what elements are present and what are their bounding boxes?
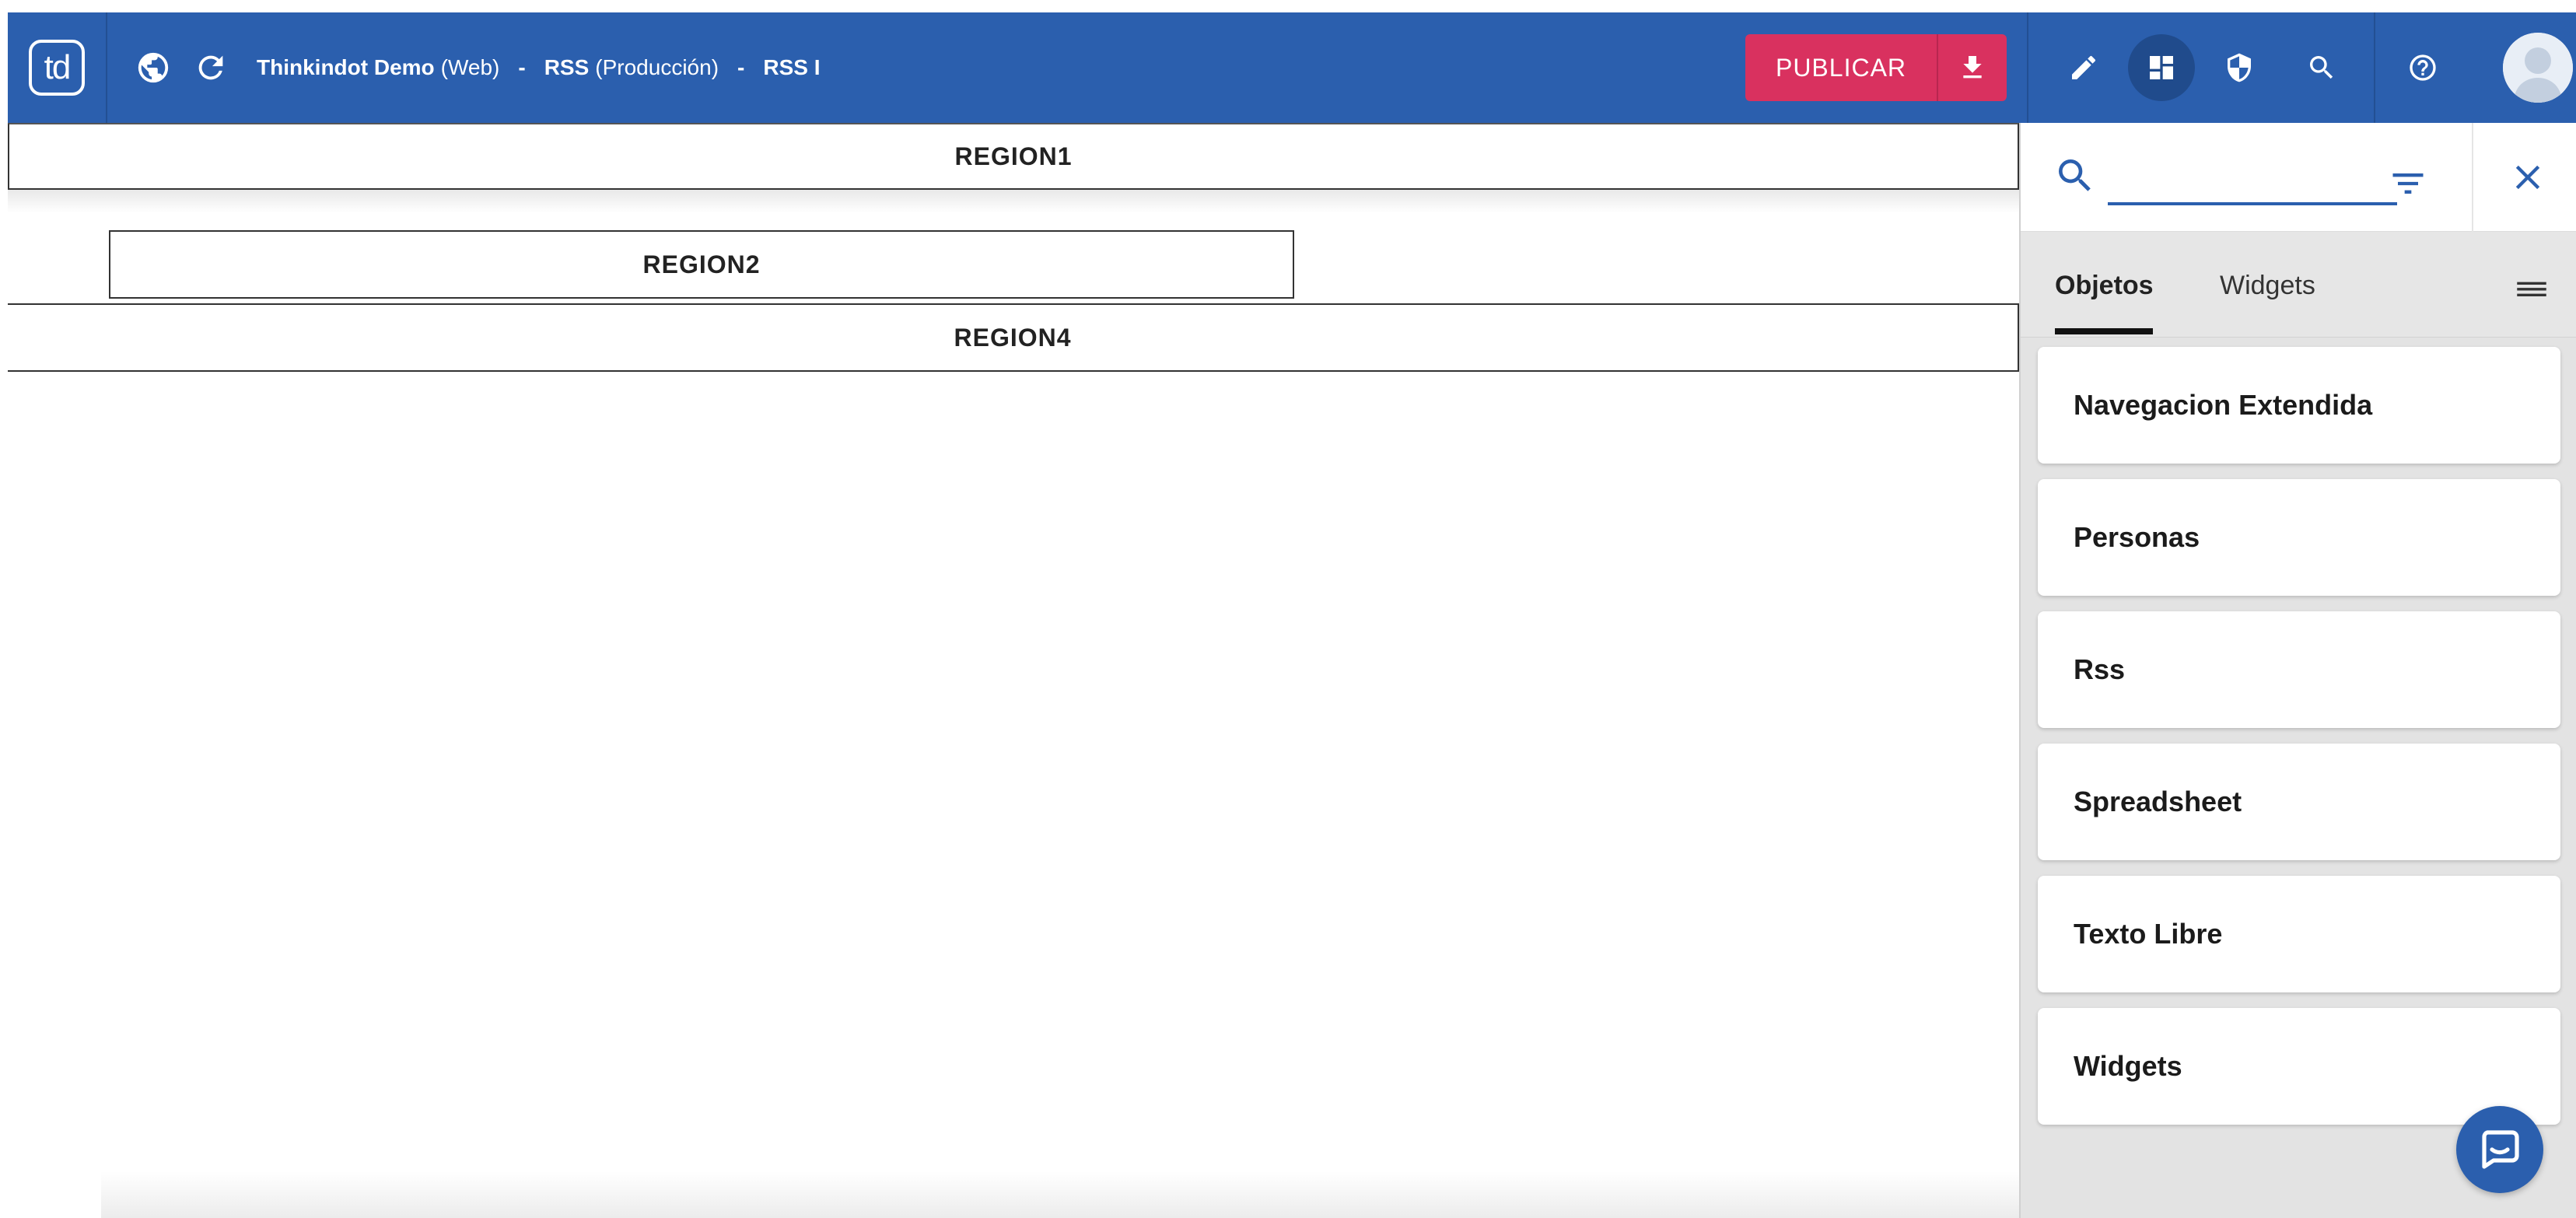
breadcrumb-section-env: (Producción) [595,55,719,79]
panel-tabs: Objetos Widgets [2021,232,2576,338]
objects-panel: Objetos Widgets Navegacion Extendida Per… [2019,123,2576,1218]
logo-cell[interactable]: td [8,12,107,123]
user-avatar[interactable] [2503,33,2573,103]
chat-icon [2482,1130,2519,1169]
list-item-rss[interactable]: Rss [2038,611,2560,728]
dashboard-icon [2150,56,2173,79]
refresh-icon[interactable] [182,39,240,96]
publish-group: PUBLICAR [1745,34,2007,101]
download-icon [1963,56,1982,79]
search-icon [2053,154,2097,198]
chat-launcher-button[interactable] [2456,1106,2543,1193]
close-icon[interactable] [2508,157,2548,198]
active-tab-indicator [2055,328,2153,334]
canvas-bottom-shadow [101,1171,2030,1218]
filter-icon[interactable] [2388,163,2428,204]
app-logo[interactable]: td [29,40,85,96]
search-divider [2472,123,2473,232]
shield-icon [2228,53,2251,82]
breadcrumb-separator: - [518,55,526,79]
breadcrumb-site[interactable]: Thinkindot Demo [257,55,435,80]
edit-button[interactable] [2050,34,2117,101]
download-button[interactable] [1937,34,2007,101]
pencil-icon [2072,55,2096,79]
help-button[interactable] [2389,34,2456,101]
object-list: Navegacion Extendida Personas Rss Spread… [2021,338,2576,1125]
search-button[interactable] [2288,34,2355,101]
region-1-shadow [8,190,2019,213]
list-item-navegacion-extendida[interactable]: Navegacion Extendida [2038,347,2560,464]
region-1[interactable]: REGION1 [8,123,2019,190]
breadcrumb-separator: - [737,55,745,79]
search-icon [2310,56,2333,79]
breadcrumb: Thinkindot Demo (Web) - RSS (Producción)… [257,55,820,80]
list-item-personas[interactable]: Personas [2038,479,2560,596]
user-icon [2503,33,2573,103]
top-bar: td Thinkindot Demo (Web) - RSS (Producci… [8,12,2576,123]
help-circle-icon [2410,54,2436,81]
panel-search-input[interactable] [2108,159,2397,205]
panel-search-row [2021,123,2576,232]
app-frame: td Thinkindot Demo (Web) - RSS (Producci… [8,12,2576,1218]
tab-objetos[interactable]: Objetos [2055,271,2154,301]
menu-icon[interactable] [2512,269,2551,308]
list-item-texto-libre[interactable]: Texto Libre [2038,876,2560,992]
list-item-widgets[interactable]: Widgets [2038,1008,2560,1125]
publish-button[interactable]: PUBLICAR [1745,34,1937,101]
security-button[interactable] [2206,34,2273,101]
breadcrumb-section[interactable]: RSS [544,55,590,80]
tab-widgets[interactable]: Widgets [2220,271,2315,301]
region-4[interactable]: REGION4 [8,303,2019,372]
list-item-spreadsheet[interactable]: Spreadsheet [2038,744,2560,860]
breadcrumb-site-type: (Web) [440,55,500,79]
toolbar [2027,12,2576,123]
layout-button[interactable] [2128,34,2195,101]
toolbar-divider [2374,12,2375,123]
globe-icon[interactable] [124,39,182,96]
breadcrumb-page[interactable]: RSS I [763,55,820,80]
region-2[interactable]: REGION2 [109,230,1294,299]
